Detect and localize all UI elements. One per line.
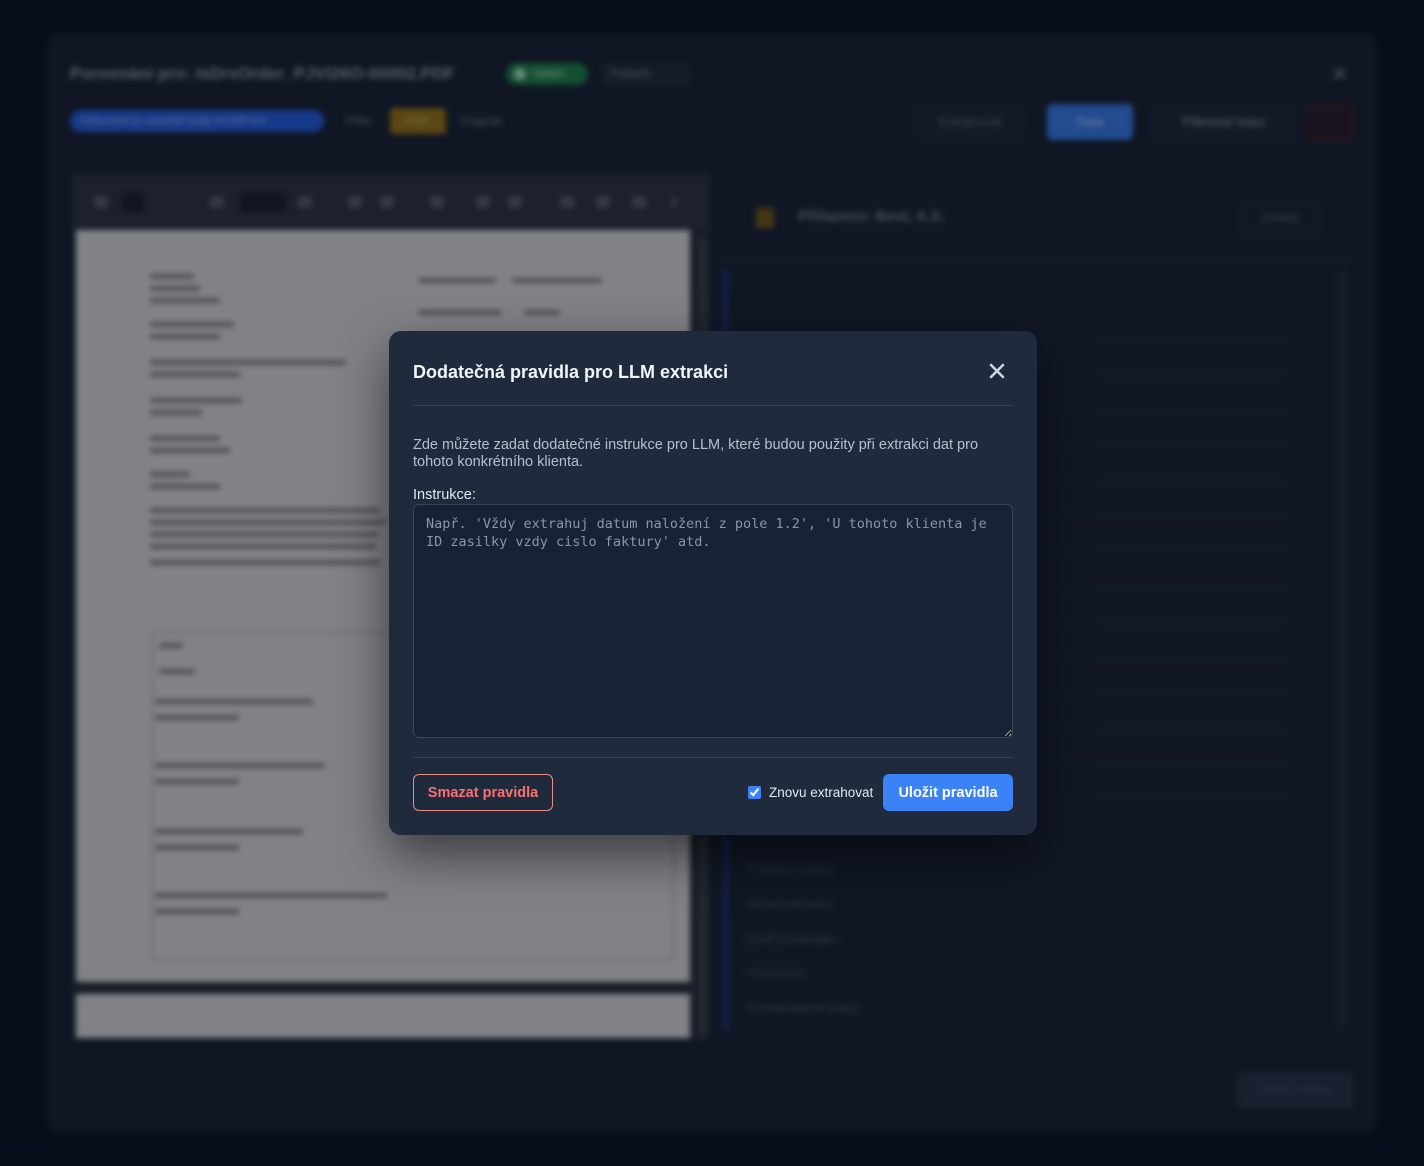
dialog-description: Zde můžete zadat dodatečné instrukce pro… <box>413 437 979 470</box>
delete-rules-button[interactable]: Smazat pravidla <box>413 774 553 811</box>
dialog-header-divider <box>413 405 1013 406</box>
dialog-title: Dodatečná pravidla pro LLM extrakci <box>413 362 729 382</box>
save-rules-button[interactable]: Uložit pravidla <box>883 774 1013 811</box>
llm-rules-dialog: Dodatečná pravidla pro LLM extrakci Zde … <box>389 331 1037 835</box>
instructions-textarea[interactable] <box>413 504 1013 738</box>
dialog-footer-divider <box>413 757 1013 758</box>
reextract-label: Znovu extrahovat <box>769 784 874 800</box>
instructions-label: Instrukce: <box>413 487 476 503</box>
close-icon[interactable] <box>985 359 1009 383</box>
reextract-checkbox[interactable] <box>748 785 761 799</box>
reextract-option[interactable]: Znovu extrahovat <box>748 783 873 801</box>
